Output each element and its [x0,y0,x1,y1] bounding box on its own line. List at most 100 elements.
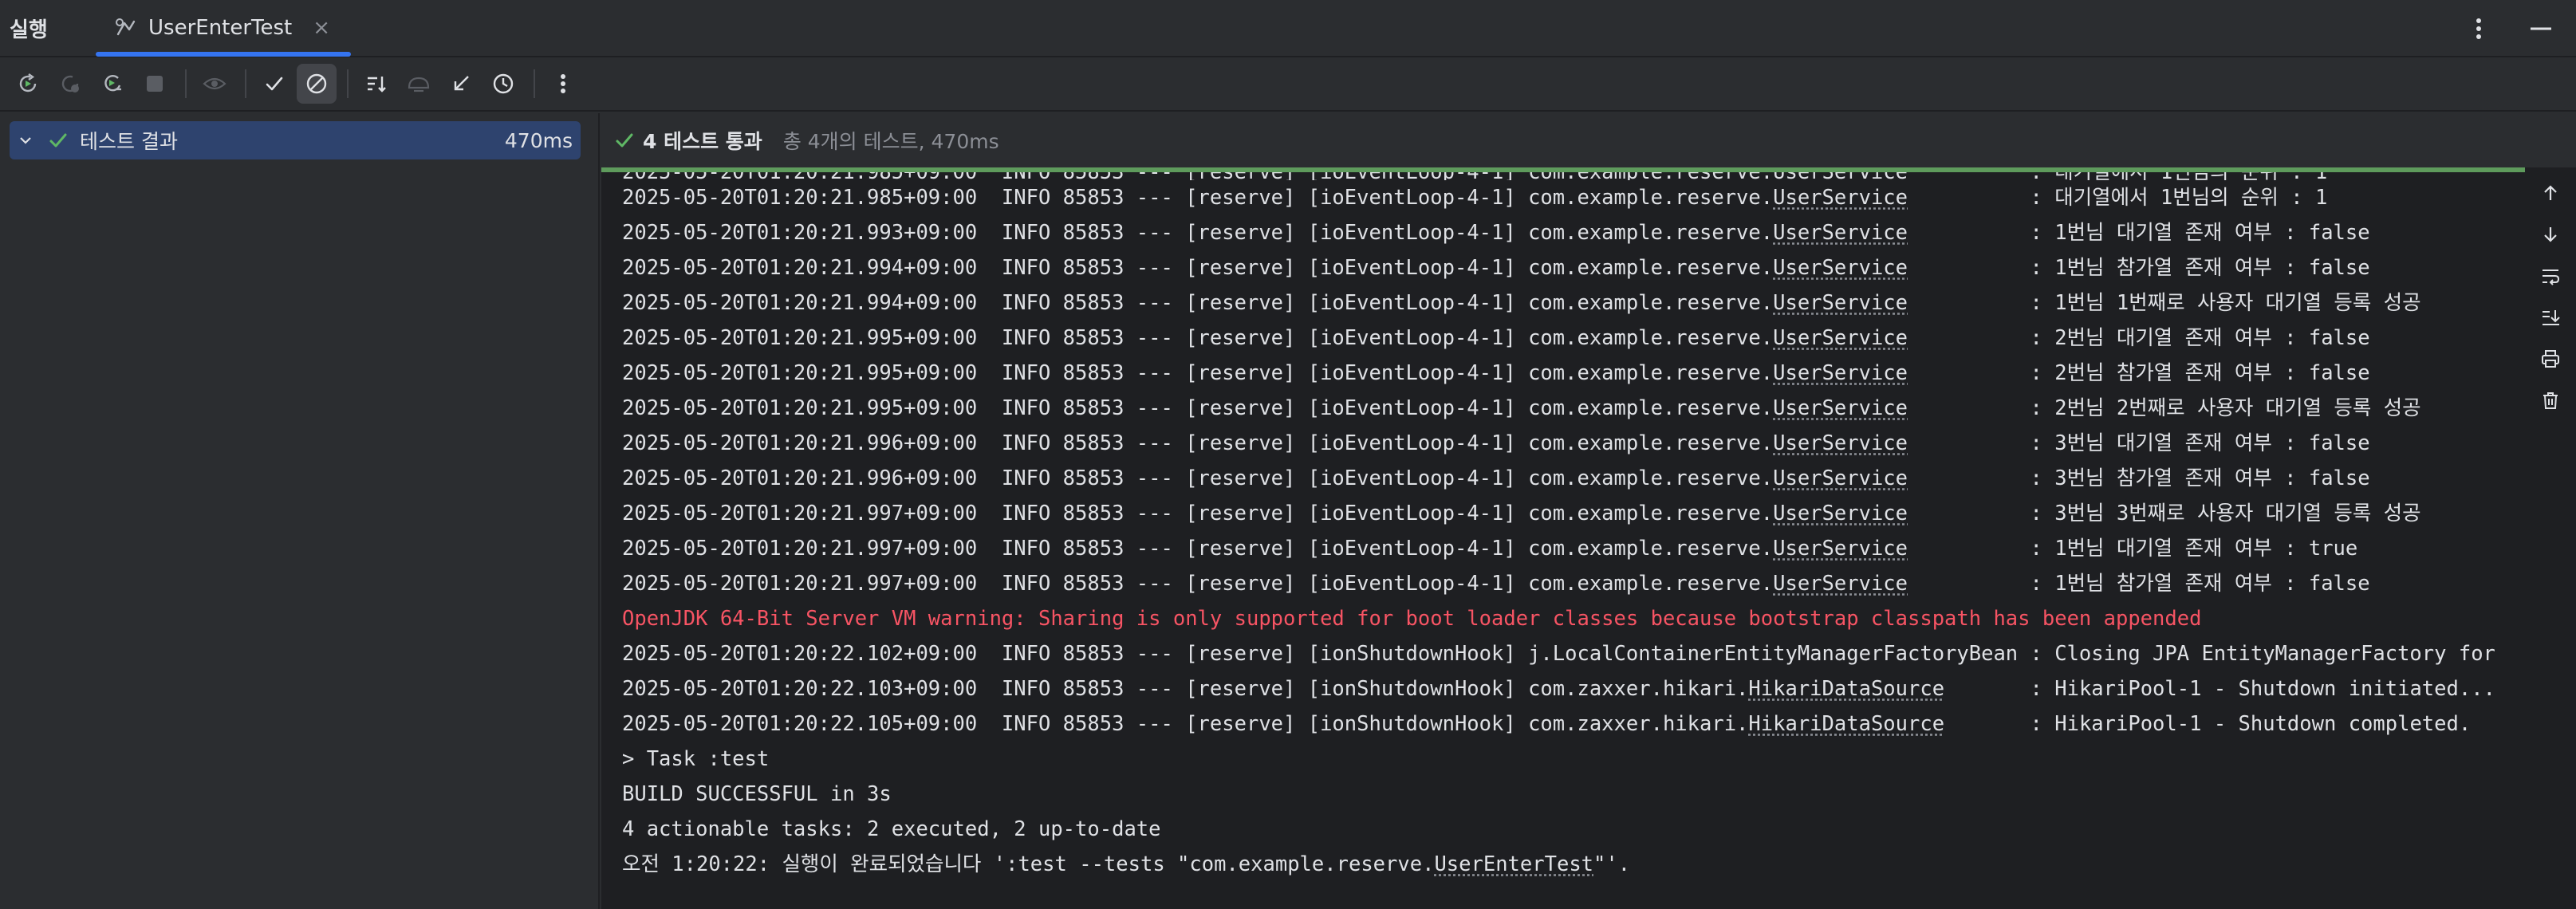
show-ignored-icon[interactable] [297,64,337,104]
console-line-prefix: 2025-05-20T01:20:22.105+09:00 INFO 85853… [622,712,1749,736]
console-line-message: : 2번님 대기열 존재 여부 : false [1908,326,2370,350]
eye-icon[interactable] [195,64,234,104]
console-line-prefix: 2025-05-20T01:20:21.997+09:00 INFO 85853… [622,572,1774,596]
console-line: 2025-05-20T01:20:21.993+09:00 INFO 85853… [622,215,2525,250]
console-line-prefix: 2025-05-20T01:20:21.996+09:00 INFO 85853… [622,466,1774,490]
console-line-prefix: 2025-05-20T01:20:21.995+09:00 INFO 85853… [622,326,1774,350]
chevron-down-icon[interactable] [18,132,41,148]
toolbar-separator [347,69,349,98]
more-icon[interactable] [543,64,583,104]
class-name-link[interactable]: UserService [1773,186,1908,210]
console-line: 오전 1:20:22: 실행이 완료되었습니다 ':test --tests "… [622,847,2525,882]
console-line-prefix: 2025-05-20T01:20:21.985+09:00 INFO 85853… [622,186,1774,210]
close-tab-icon[interactable]: × [313,16,330,40]
class-name-link[interactable]: UserService [1773,221,1908,245]
test-passed-icon [48,130,73,151]
console-line: 2025-05-20T01:20:21.997+09:00 INFO 85853… [622,496,2525,531]
console-line-message: "'. [1593,852,1631,876]
print-icon[interactable] [2533,341,2568,376]
console-line-prefix: 2025-05-20T01:20:21.995+09:00 INFO 85853… [622,396,1774,420]
console-line: > Task :test [622,747,770,771]
class-name-link[interactable]: UserService [1773,431,1908,455]
arrow-down-icon[interactable] [2533,217,2568,252]
tree-item-duration: 470ms [504,128,573,152]
toolbar-separator [245,69,246,98]
test-status-bar: 4 테스트 통과 총 4개의 테스트, 470ms [601,113,2576,167]
header-actions [2463,13,2557,45]
console-line: 2025-05-20T01:20:21.994+09:00 INFO 85853… [622,250,2525,285]
tool-window-title: 실행 [10,18,48,42]
console-line: 2025-05-20T01:20:21.997+09:00 INFO 85853… [622,531,2525,566]
console-output[interactable]: 2025-05-20T01:20:21.985+09:00 INFO 85853… [622,172,2525,906]
console-line-prefix: 2025-05-20T01:20:21.996+09:00 INFO 85853… [622,431,1774,455]
console-line: 2025-05-20T01:20:22.103+09:00 INFO 85853… [622,671,2525,706]
toolbar-separator [534,69,535,98]
run-tab-label: UserEnterTest [148,16,293,40]
arrow-up-icon[interactable] [2533,175,2568,211]
console-line-clipped: 2025-05-20T01:20:21.985+09:00 INFO 85853… [622,172,2525,180]
class-name-link[interactable]: UserService [1773,256,1908,280]
sort-icon[interactable] [356,64,396,104]
console-line: 2025-05-20T01:20:22.105+09:00 INFO 85853… [622,706,2525,742]
check-icon [614,130,635,151]
console-line: 2025-05-20T01:20:21.995+09:00 INFO 85853… [622,391,2525,426]
class-name-link[interactable]: UserService [1773,537,1908,561]
console-line: 2025-05-20T01:20:21.994+09:00 INFO 85853… [622,285,2525,321]
console-line-message: : 1번님 1번째로 사용자 대기열 등록 성공 [1908,291,2421,315]
class-name-link[interactable]: UserService [1773,466,1908,490]
console-line: 4 actionable tasks: 2 executed, 2 up-to-… [622,817,1161,841]
trash-icon[interactable] [2533,383,2568,418]
class-name-link[interactable]: UserService [1773,502,1908,525]
stop-icon[interactable] [135,64,175,104]
class-name-link[interactable]: UserService [1773,361,1908,385]
run-toolbar [0,57,2576,112]
console-line-message: : 3번님 참가열 존재 여부 : false [1908,466,2370,490]
soft-wrap-icon[interactable] [2533,258,2568,293]
console-line-message: : 대기열에서 1번님의 순위 : 1 [1908,186,2328,210]
tree-item-label: 테스트 결과 [80,130,178,153]
rerun-failed-icon[interactable] [50,64,90,104]
console-line-message: : 1번님 참가열 존재 여부 : false [1908,256,2370,280]
class-name-link[interactable]: UserService [1773,396,1908,420]
class-name-link[interactable]: UserService [1773,326,1908,350]
active-tab-indicator [96,52,352,57]
run-tab-usertest[interactable]: UserEnterTest × [96,0,352,57]
console-panel: 4 테스트 통과 총 4개의 테스트, 470ms 2025-05-20T01:… [601,113,2576,909]
console-line: 2025-05-20T01:20:21.996+09:00 INFO 85853… [622,426,2525,461]
scroll-to-end-icon[interactable] [2533,300,2568,335]
test-tree-panel: 테스트 결과 470ms [0,113,600,909]
class-name-link[interactable]: UserService [1773,572,1908,596]
rerun-icon[interactable] [8,64,48,104]
console-line-message: : 3번님 대기열 존재 여부 : false [1908,431,2370,455]
export-icon[interactable] [441,64,481,104]
console-line: 2025-05-20T01:20:21.997+09:00 INFO 85853… [622,566,2525,601]
minimize-icon[interactable] [2525,13,2557,45]
console-line-prefix: 2025-05-20T01:20:22.103+09:00 INFO 85853… [622,677,1749,701]
toolbar-separator [185,69,187,98]
class-name-link[interactable]: UserEnterTest [1434,852,1593,876]
import-tests-icon[interactable] [399,64,439,104]
console-line-prefix: 2025-05-20T01:20:21.994+09:00 INFO 85853… [622,256,1774,280]
history-icon[interactable] [483,64,523,104]
console-line-prefix: 2025-05-20T01:20:21.997+09:00 INFO 85853… [622,502,1774,525]
tests-passed-label: 4 테스트 통과 [643,130,762,153]
console-line-message: : 1번님 참가열 존재 여부 : false [1908,572,2370,596]
class-name-link[interactable]: HikariDataSource [1748,677,1944,701]
more-options-icon[interactable] [2463,13,2495,45]
class-name-link[interactable]: HikariDataSource [1748,712,1944,736]
console-line-prefix: 2025-05-20T01:20:21.993+09:00 INFO 85853… [622,221,1774,245]
console-line-message: : 2번님 참가열 존재 여부 : false [1908,361,2370,385]
console-warning-line: OpenJDK 64-Bit Server VM warning: Sharin… [622,607,2202,631]
console-line: 2025-05-20T01:20:22.102+09:00 INFO 85853… [622,642,2495,666]
console-line-prefix: 오전 1:20:22: 실행이 완료되었습니다 ':test --tests "… [622,852,1435,876]
console-side-actions [2525,172,2576,909]
console-line: BUILD SUCCESSFUL in 3s [622,782,892,806]
console-line-message: : 1번님 대기열 존재 여부 : true [1908,537,2358,561]
tool-window-header: 실행 UserEnterTest × [0,0,2576,57]
console-line-message: : HikariPool-1 - Shutdown completed. [1944,712,2472,736]
tree-item-test-results[interactable]: 테스트 결과 470ms [10,121,581,159]
class-name-link[interactable]: UserService [1773,291,1908,315]
show-passed-icon[interactable] [254,64,294,104]
toggle-auto-test-icon[interactable] [93,64,132,104]
tests-summary: 총 4개의 테스트, 470ms [782,130,999,153]
